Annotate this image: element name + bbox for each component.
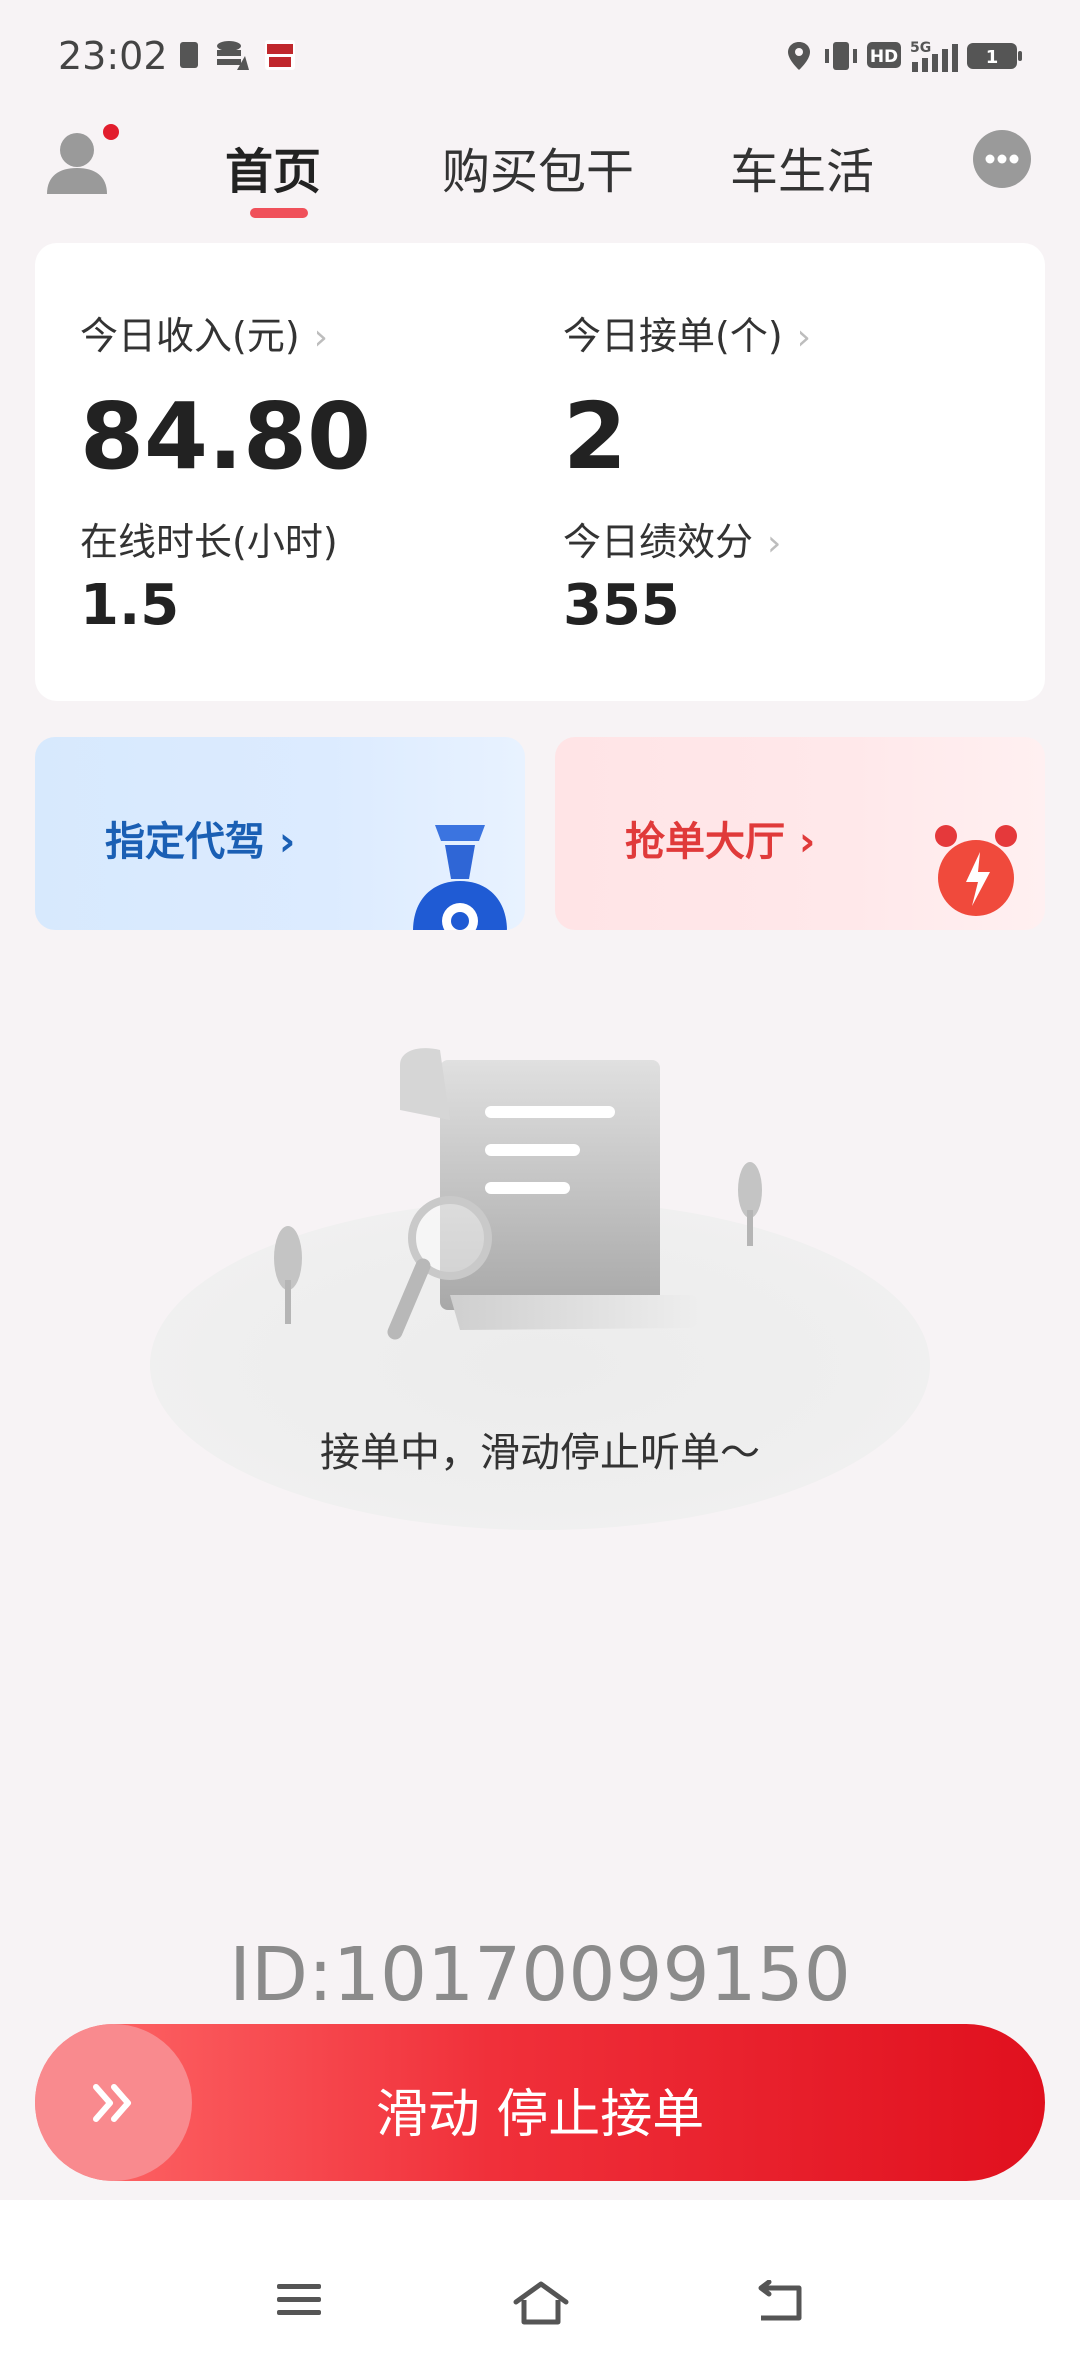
listening-status-text: 接单中，滑动停止听单～	[320, 1430, 760, 1476]
tab-car-life[interactable]: 车生活	[730, 132, 874, 202]
driver-icon	[413, 825, 507, 930]
scroll-search-illustration	[274, 1048, 762, 1340]
performance-value: 355	[563, 573, 680, 638]
menu-icon[interactable]	[275, 2280, 323, 2320]
stats-card: 今日收入(元) › 84.80 今日接单(个) › 2 在线时长(小时) 1.5 今…	[35, 243, 1045, 701]
chevron-right-icon: ›	[313, 317, 329, 358]
stop-accepting-slider[interactable]: 滑动 停止接单	[35, 2024, 1045, 2181]
back-icon[interactable]	[755, 2280, 807, 2324]
network-type-label: 5G	[910, 40, 931, 56]
profile-avatar[interactable]	[45, 124, 119, 194]
listening-empty-state: 接单中，滑动停止听单～	[150, 1040, 930, 1550]
online-duration-value: 1.5	[80, 573, 180, 638]
top-nav: 首页 购买包干 车生活	[0, 118, 1080, 228]
status-bar: 23:02 HD 5G 1	[0, 0, 1080, 115]
battery-level: 1	[986, 47, 999, 68]
driver-id: ID:10170099150	[229, 1932, 851, 2018]
online-duration-label: 在线时长(小时)	[80, 520, 338, 564]
grab-order-hall-card[interactable]: 抢单大厅 ›	[555, 737, 1045, 930]
home-icon[interactable]	[512, 2280, 570, 2326]
battery-icon: 1	[967, 43, 1022, 69]
notification-dot	[103, 124, 119, 140]
chevron-right-icon: ›	[767, 523, 782, 564]
grab-order-hall-label: 抢单大厅 ›	[625, 819, 816, 865]
designated-driver-card[interactable]: 指定代驾 ›	[35, 737, 525, 930]
designated-driver-label: 指定代驾 ›	[105, 819, 296, 865]
active-tab-indicator	[250, 208, 308, 218]
system-nav-bar	[0, 2200, 1080, 2376]
alarm-clock-icon	[935, 825, 1017, 916]
performance-link[interactable]: 今日绩效分 ›	[563, 511, 781, 566]
income-value: 84.80	[80, 383, 372, 490]
orders-label: 今日接单(个)	[563, 314, 783, 358]
tab-home[interactable]: 首页	[225, 132, 321, 202]
message-button[interactable]	[973, 130, 1031, 188]
orders-value: 2	[563, 383, 628, 490]
sim-icon	[180, 42, 198, 68]
orders-link[interactable]: 今日接单(个) ›	[563, 305, 811, 360]
svg-text:HD: HD	[870, 47, 898, 67]
signal-icon: 5G	[910, 40, 958, 72]
vibrate-icon	[825, 42, 857, 70]
chat-bubble-icon	[985, 154, 1019, 164]
location-icon	[788, 42, 810, 70]
slider-label: 滑动 停止接单	[375, 2085, 705, 2145]
tab-buy-package[interactable]: 购买包干	[442, 132, 634, 202]
hd-icon: HD	[867, 42, 901, 68]
income-label: 今日收入(元)	[80, 314, 300, 358]
income-link[interactable]: 今日收入(元) ›	[80, 305, 328, 360]
status-time: 23:02	[58, 34, 168, 78]
app-notification-icon	[265, 40, 295, 70]
chevron-right-icon: ›	[796, 317, 812, 358]
user-icon	[47, 124, 119, 194]
performance-label: 今日绩效分	[563, 520, 754, 564]
data-icon	[217, 41, 249, 70]
